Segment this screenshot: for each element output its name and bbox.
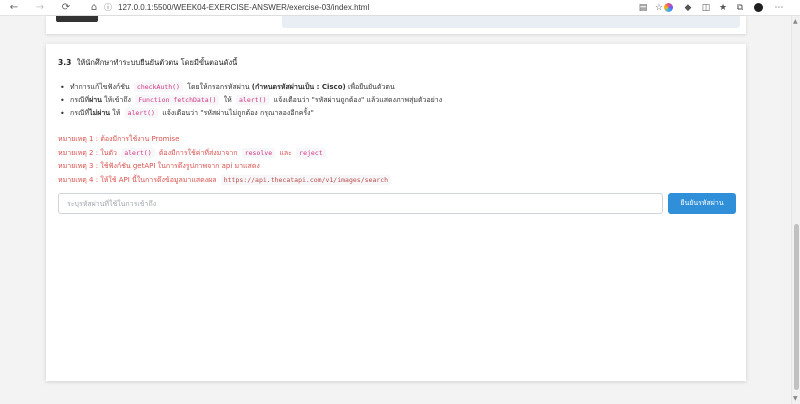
home-icon[interactable]: ⌂ (86, 1, 102, 15)
password-hint: (กำหนดรหัสผ่านเป็น : Cisco) (251, 83, 346, 91)
list-item-text: กรณีที่ (70, 96, 90, 104)
note-text: ต้องมีการใช้งาน Promise (100, 135, 180, 143)
extension-icon[interactable]: ◆ (681, 1, 695, 14)
info-icon[interactable]: ⓘ (104, 2, 112, 13)
list-item-text: ให้เข้าถึง (104, 96, 131, 104)
exercise-number: 3.3 (58, 58, 72, 67)
inline-code: resolve (241, 147, 276, 158)
inline-code: checkAuth() (133, 82, 183, 92)
note-text: ให้ใช้ API นี้ในการดึงข้อมูลมาแสดงผล (100, 175, 217, 184)
list-item: กรณีที่ผ่าน ให้เข้าถึง Function fetchDat… (60, 94, 730, 107)
api-url: https://api.thecatapi.com/v1/images/sear… (220, 174, 392, 185)
address-url: 127.0.0.1:5500/WEEK04-EXERCISE-ANSWER/ex… (118, 3, 370, 12)
collections-icon[interactable]: ⧉ (733, 1, 747, 14)
note-text: ใช้ฟังก์ชัน getAPI ในการดึงรูปภาพจาก api… (100, 162, 260, 170)
split-screen-icon[interactable]: ◫ (699, 1, 713, 14)
list-item-emphasis: ผ่าน (89, 96, 102, 104)
note-text: และ (279, 148, 292, 157)
profile-avatar[interactable] (751, 1, 765, 14)
reader-mode-icon[interactable]: ▤ (636, 1, 650, 14)
inline-code: Function fetchData() (135, 95, 220, 105)
list-item: กรณีที่ไม่ผ่าน ให้ alert() แจ้งเตือนว่า … (60, 107, 730, 120)
favorites-bar-icon[interactable]: ★ (716, 1, 730, 14)
note-text: ต้องมีการใช้ค่าที่ส่งมาจาก (158, 148, 238, 157)
back-icon[interactable]: ← (6, 1, 22, 15)
exercise-card: 3.3 ให้นักศึกษาทำระบบยืนยันตัวตน โดยมีขั… (46, 44, 746, 381)
exercise-heading: 3.3 ให้นักศึกษาทำระบบยืนยันตัวตน โดยมีขั… (58, 57, 237, 69)
note-item: หมายเหตุ 2 : ในตัว alert() ต้องมีการใช้ค… (58, 147, 728, 161)
exercise-heading-text: ให้นักศึกษาทำระบบยืนยันตัวตน โดยมีขั้นตอ… (76, 58, 238, 67)
note-item: หมายเหตุ 3 : ใช้ฟังก์ชัน getAPI ในการดึง… (58, 160, 728, 174)
list-item-text: ให้ (112, 109, 121, 117)
notes-list: หมายเหตุ 1 : ต้องมีการใช้งาน Promise หมา… (58, 133, 728, 187)
list-item-text: ให้ (223, 96, 232, 104)
note-tag: หมายเหตุ 1 : (58, 135, 99, 143)
list-item-text: กรณีที่ (70, 109, 90, 117)
note-tag: หมายเหตุ 3 : (58, 162, 99, 170)
browser-toolbar: ← → ⟳ ⌂ ⓘ 127.0.0.1:5500/WEEK04-EXERCISE… (0, 0, 800, 16)
scroll-up-icon[interactable]: ▲ (793, 18, 798, 25)
list-item: ทำการแก้ไขฟังก์ชัน checkAuth() โดยให้กรอ… (60, 81, 730, 94)
note-item: หมายเหตุ 4 : ให้ใช้ API นี้ในการดึงข้อมู… (58, 174, 728, 188)
list-item-text: ทำการแก้ไขฟังก์ชัน (70, 83, 130, 91)
confirm-password-button[interactable]: ยืนยันรหัสผ่าน (668, 193, 736, 214)
scroll-down-icon[interactable]: ▼ (793, 395, 798, 402)
note-tag: หมายเหตุ 4 : (58, 175, 99, 184)
list-item-text: แจ้งเตือนว่า "รหัสผ่านไม่ถูกต้อง กรุณาลอ… (162, 109, 314, 117)
reload-icon[interactable]: ⟳ (58, 1, 74, 15)
list-item-text: แจ้งเตือนว่า "รหัสผ่านถูกต้อง" แล้วแสดงภ… (273, 96, 443, 104)
note-text: ในตัว (100, 148, 117, 157)
list-item-emphasis: ไม่ผ่าน (89, 109, 111, 117)
previous-section-output (282, 16, 740, 28)
inline-code: alert() (124, 108, 158, 118)
inline-code: alert() (121, 147, 155, 158)
scrollbar-thumb[interactable] (794, 224, 799, 390)
copilot-icon[interactable] (661, 1, 675, 14)
password-input[interactable] (58, 193, 663, 214)
page-scrollbar[interactable]: ▲ ▼ (791, 16, 800, 404)
note-item: หมายเหตุ 1 : ต้องมีการใช้งาน Promise (58, 133, 728, 147)
more-menu-icon[interactable]: ⋯ (772, 1, 786, 14)
list-item-text: โดยให้กรอกรหัสผ่าน (187, 83, 250, 91)
note-tag: หมายเหตุ 2 : (58, 148, 99, 157)
address-bar[interactable]: ⓘ 127.0.0.1:5500/WEEK04-EXERCISE-ANSWER/… (104, 1, 624, 14)
inline-code: alert() (236, 95, 270, 105)
previous-section-card (46, 16, 746, 34)
forward-icon[interactable]: → (32, 1, 48, 15)
list-item-text: เพื่อยืนยันตัวตน (347, 83, 395, 91)
inline-code: reject (296, 147, 326, 158)
previous-section-button[interactable] (56, 16, 98, 22)
requirement-list: ทำการแก้ไขฟังก์ชัน checkAuth() โดยให้กรอ… (60, 81, 730, 120)
